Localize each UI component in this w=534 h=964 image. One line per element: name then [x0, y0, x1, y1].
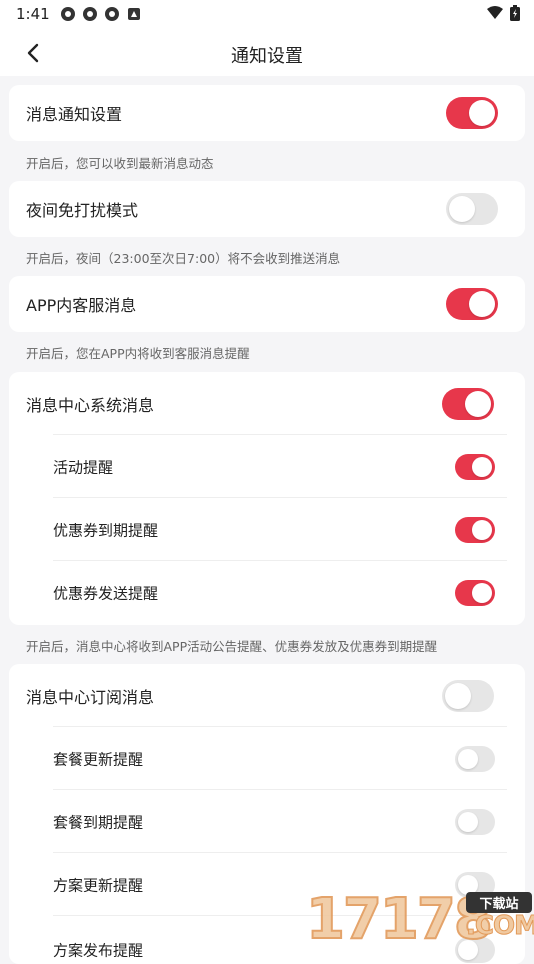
- setting-label: 优惠券发送提醒: [53, 584, 159, 602]
- status-bar: 1:41: [0, 0, 534, 28]
- card-system-messages: 消息中心系统消息 活动提醒 优惠券到期提醒 优惠券发送提醒: [9, 372, 525, 625]
- setting-row-activity-reminder: 活动提醒: [9, 435, 525, 498]
- setting-label: 套餐到期提醒: [53, 813, 144, 831]
- toggle-in-app-service[interactable]: [446, 288, 498, 320]
- status-time: 1:41: [16, 5, 50, 23]
- toggle-coupon-sent[interactable]: [455, 579, 495, 606]
- setting-row-subscription-messages: 消息中心订阅消息: [9, 664, 525, 727]
- toggle-package-expiry[interactable]: [455, 808, 495, 835]
- toggle-message-notification[interactable]: [446, 97, 498, 129]
- card-in-app-service: APP内客服消息: [9, 276, 525, 332]
- toggle-knob: [472, 582, 492, 603]
- status-icons-left: [60, 6, 142, 22]
- toggle-knob: [445, 682, 471, 709]
- setting-label: 消息中心系统消息: [26, 395, 155, 415]
- toggle-coupon-expiry[interactable]: [455, 516, 495, 543]
- setting-row-system-messages: 消息中心系统消息: [9, 372, 525, 435]
- toggle-knob: [472, 519, 492, 540]
- setting-label: 消息中心订阅消息: [26, 687, 155, 707]
- toggle-knob: [458, 811, 478, 832]
- watermark-logo: 17178 下载站 .COM: [305, 886, 534, 953]
- hint-text: 开启后，消息中心将收到APP活动公告提醒、优惠券发放及优惠券到期提醒: [26, 639, 438, 654]
- header: 通知设置: [0, 28, 534, 76]
- setting-row-in-app-service: APP内客服消息: [9, 276, 525, 332]
- hint-text: 开启后，夜间（23:00至次日7:00）将不会收到推送消息: [26, 251, 341, 266]
- toggle-knob: [465, 390, 491, 417]
- toggle-knob: [458, 748, 478, 769]
- setting-label: APP内客服消息: [26, 296, 137, 315]
- toggle-do-not-disturb[interactable]: [446, 193, 498, 225]
- setting-label: 消息通知设置: [26, 105, 123, 124]
- setting-label: 活动提醒: [53, 458, 114, 476]
- watermark-domain: .COM: [466, 911, 534, 942]
- status-icons-right: [486, 5, 520, 21]
- setting-label: 优惠券到期提醒: [53, 521, 159, 539]
- setting-row-message-notification: 消息通知设置: [9, 85, 525, 141]
- wifi-icon: [487, 6, 503, 19]
- toggle-knob: [469, 291, 495, 317]
- card-do-not-disturb: 夜间免打扰模式: [9, 181, 525, 237]
- app-icon: [105, 7, 119, 21]
- setting-label: 方案更新提醒: [53, 876, 144, 894]
- toggle-package-update[interactable]: [455, 745, 495, 772]
- setting-row-coupon-expiry: 优惠券到期提醒: [9, 498, 525, 561]
- watermark-badge: 下载站: [466, 892, 532, 913]
- card-message-notification: 消息通知设置: [9, 85, 525, 141]
- notification-icon: [128, 8, 140, 20]
- hint-text: 开启后，您可以收到最新消息动态: [26, 156, 214, 171]
- setting-row-do-not-disturb: 夜间免打扰模式: [9, 181, 525, 237]
- toggle-system-messages[interactable]: [442, 387, 494, 420]
- toggle-activity-reminder[interactable]: [455, 453, 495, 480]
- setting-row-package-expiry: 套餐到期提醒: [9, 790, 525, 853]
- battery-icon: [510, 5, 520, 21]
- toggle-knob: [469, 100, 495, 126]
- toggle-subscription-messages[interactable]: [442, 679, 494, 712]
- toggle-knob: [472, 456, 492, 477]
- app-icon: [61, 7, 75, 21]
- hint-text: 开启后，您在APP内将收到客服消息提醒: [26, 346, 250, 361]
- setting-label: 夜间免打扰模式: [26, 201, 139, 220]
- toggle-knob: [449, 196, 475, 222]
- setting-label: 方案发布提醒: [53, 941, 144, 960]
- setting-label: 套餐更新提醒: [53, 750, 144, 768]
- watermark-right: 下载站 .COM: [466, 892, 534, 942]
- page-title: 通知设置: [231, 46, 303, 67]
- setting-row-coupon-sent: 优惠券发送提醒: [9, 561, 525, 624]
- app-icon: [83, 7, 97, 21]
- watermark-digits: 17178: [305, 886, 494, 953]
- setting-row-package-update: 套餐更新提醒: [9, 727, 525, 790]
